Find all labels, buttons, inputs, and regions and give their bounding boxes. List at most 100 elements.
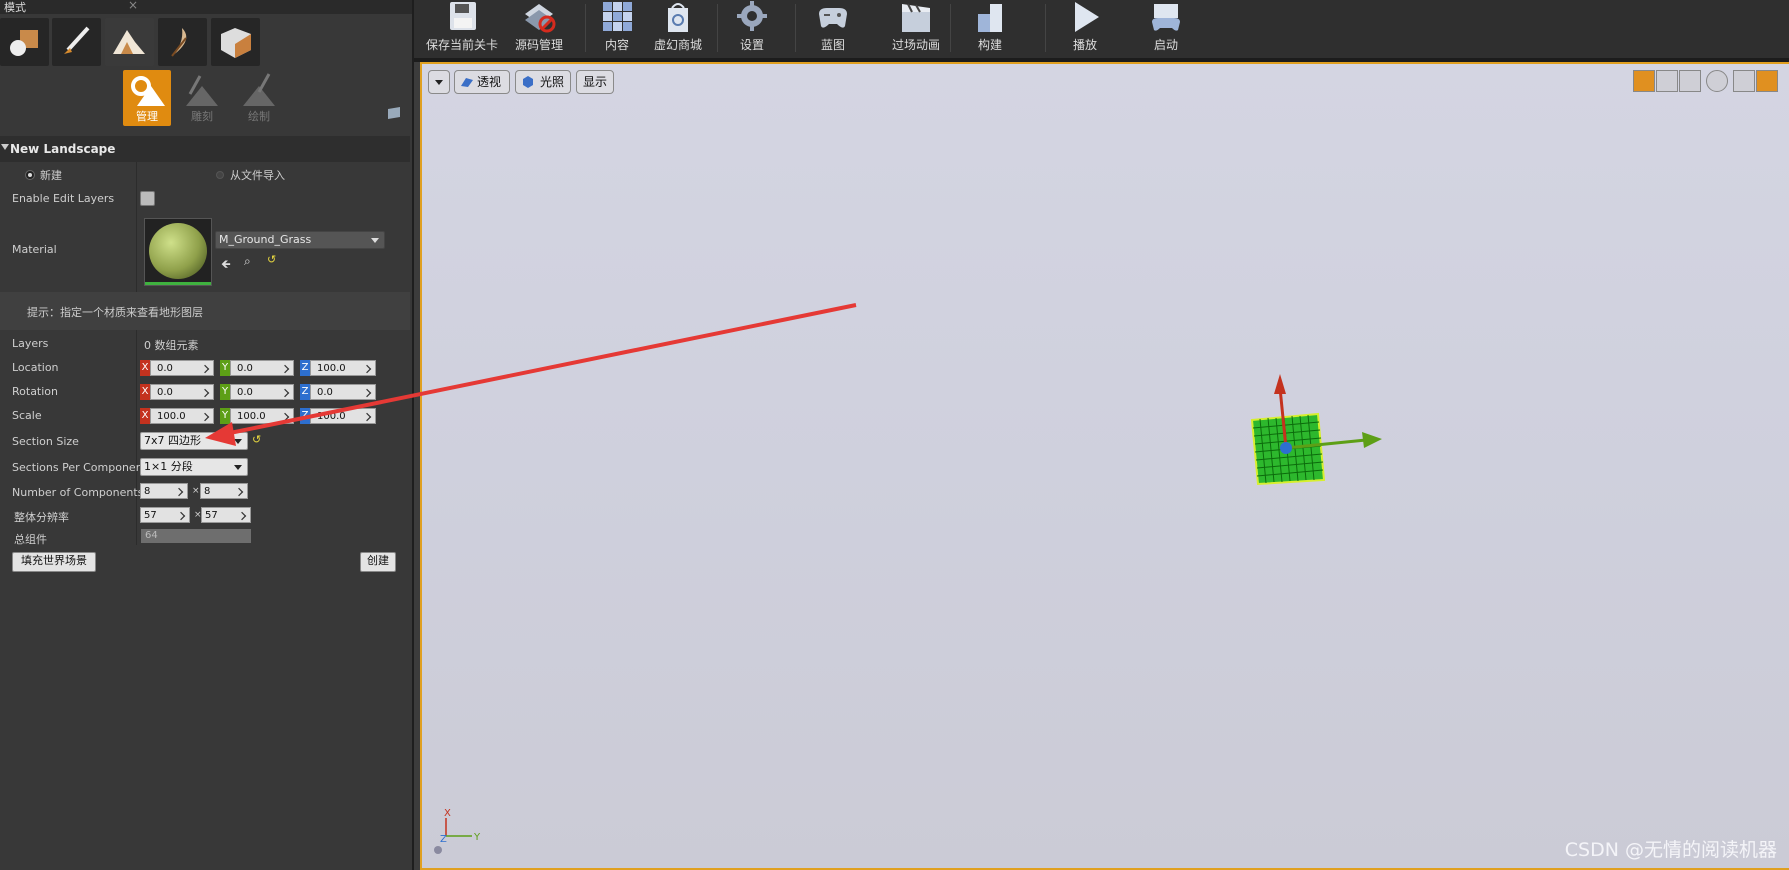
section-size-value: 7x7 四边形: [144, 434, 202, 447]
perspective-label: 透视: [477, 75, 502, 89]
rotation-x-field[interactable]: 0.0: [150, 384, 214, 400]
clapperboard-icon: [902, 3, 930, 32]
launch-button[interactable]: 启动: [1134, 0, 1198, 54]
rotation-z-field[interactable]: 0.0: [310, 384, 376, 400]
manage-tool-button[interactable]: 管理: [123, 70, 171, 126]
resolution-x-field[interactable]: 57: [140, 507, 190, 523]
shopping-bag-icon: [668, 3, 688, 32]
location-x-field[interactable]: 0.0: [150, 360, 214, 376]
help-icon[interactable]: [386, 105, 402, 121]
section-size-dropdown[interactable]: 7x7 四边形: [140, 432, 248, 450]
material-hint-text: 提示：指定一个材质来查看地形图层: [27, 306, 203, 319]
source-control-button[interactable]: 源码管理: [506, 0, 572, 54]
reset-icon[interactable]: ↺: [252, 433, 261, 446]
location-z-field[interactable]: 100.0: [310, 360, 376, 376]
axis-y-label: Y: [220, 408, 230, 424]
scale-z-field[interactable]: 100.0: [310, 408, 376, 424]
foliage-mode-button[interactable]: [158, 18, 207, 66]
source-control-icon: [525, 4, 556, 33]
sculpt-tool-button[interactable]: 雕刻: [178, 70, 226, 126]
sections-per-component-value: 1×1 分段: [144, 460, 193, 473]
paint-mode-button[interactable]: [52, 18, 101, 66]
use-selected-arrow-icon[interactable]: 🡸: [221, 255, 231, 276]
surface-snap-icon[interactable]: [1733, 70, 1755, 92]
scale-label: Scale: [12, 409, 42, 422]
paint-tool-button[interactable]: 绘制: [235, 70, 283, 126]
toolbar-separator: [585, 4, 586, 52]
enable-edit-layers-label: Enable Edit Layers: [12, 192, 115, 205]
fill-world-button[interactable]: 填充世界场景: [12, 552, 96, 572]
show-label: 显示: [582, 75, 607, 89]
components-y-field[interactable]: 8: [200, 483, 248, 499]
rotation-label: Rotation: [12, 385, 59, 398]
marketplace-button[interactable]: 虚幻商城: [648, 0, 708, 54]
location-label: Location: [12, 361, 59, 374]
components-x-field[interactable]: 8: [140, 483, 188, 499]
resolution-y-field[interactable]: 57: [201, 507, 251, 523]
content-button[interactable]: 内容: [590, 0, 644, 54]
watermark-text: CSDN @无情的阅读机器: [1564, 839, 1777, 861]
build-button[interactable]: 构建: [959, 0, 1021, 54]
axis-y-label: Y: [220, 384, 230, 400]
brush-icon: [64, 26, 90, 54]
settings-button[interactable]: 设置: [722, 0, 782, 54]
reset-icon[interactable]: ↺: [267, 253, 276, 266]
sculpt-icon: [186, 75, 218, 106]
lit-button[interactable]: 光照: [515, 70, 571, 94]
grid-snap-icon[interactable]: [1756, 70, 1778, 92]
world-space-icon[interactable]: [1706, 70, 1728, 92]
toolbar-separator: [795, 4, 796, 52]
enable-edit-layers-checkbox[interactable]: [140, 191, 155, 206]
place-mode-button[interactable]: [0, 18, 49, 66]
landscape-mode-button[interactable]: [105, 18, 154, 66]
sections-per-component-label: Sections Per Component: [12, 461, 147, 474]
times-sign: ×: [192, 486, 200, 496]
perspective-button[interactable]: 透视: [454, 70, 510, 94]
material-dropdown[interactable]: M_Ground_Grass: [215, 231, 385, 249]
collapse-arrow-icon: [1, 144, 9, 150]
save-level-button[interactable]: 保存当前关卡: [424, 0, 500, 54]
rotation-y-field[interactable]: 0.0: [230, 384, 294, 400]
modes-tab-title: 模式: [4, 1, 26, 14]
viewport-options-button[interactable]: [428, 70, 450, 94]
axis-x-label: X: [140, 408, 150, 424]
rotate-tool-icon[interactable]: [1656, 70, 1678, 92]
location-y-field[interactable]: 0.0: [230, 360, 294, 376]
play-icon: [1075, 2, 1099, 32]
close-icon[interactable]: ×: [128, 0, 138, 12]
radio-import-label: 从文件导入: [230, 169, 285, 182]
level-viewport[interactable]: 透视 光照 显示 X Z Y CSDN @无情的阅读机器: [420, 62, 1789, 870]
svg-text:Y: Y: [473, 832, 481, 843]
modes-tab[interactable]: 模式 ×: [0, 0, 412, 14]
cube-icon: [221, 28, 251, 58]
scale-x-field[interactable]: 100.0: [150, 408, 214, 424]
browse-search-icon[interactable]: ⌕: [244, 254, 251, 269]
axis-z-label: Z: [300, 384, 310, 400]
radio-new[interactable]: [25, 170, 35, 180]
layers-label: Layers: [12, 337, 49, 350]
sculpt-tool-label: 雕刻: [191, 110, 213, 123]
leaf-icon: [171, 28, 187, 57]
section-title: New Landscape: [10, 142, 116, 156]
show-button[interactable]: 显示: [576, 70, 614, 94]
scale-y-field[interactable]: 100.0: [230, 408, 294, 424]
scale-tool-icon[interactable]: [1679, 70, 1701, 92]
modes-panel: 模式 × 管理 雕刻 绘制 New Landscape 新建 从文件导入 Ena…: [0, 0, 414, 870]
landscape-preview-gizmo[interactable]: [1234, 368, 1394, 508]
new-landscape-header[interactable]: New Landscape: [0, 136, 410, 162]
material-hint-box: 提示：指定一个材质来查看地形图层: [0, 292, 410, 330]
create-button[interactable]: 创建: [360, 552, 396, 572]
geometry-mode-button[interactable]: [211, 18, 260, 66]
cinematics-button[interactable]: 过场动画: [878, 0, 954, 54]
play-button[interactable]: 播放: [1054, 0, 1116, 54]
blueprints-button[interactable]: 蓝图: [802, 0, 864, 54]
chevron-down-icon: [234, 439, 242, 444]
build-blocks-icon: [978, 4, 1002, 32]
radio-import[interactable]: [216, 171, 224, 179]
toolbar-separator: [717, 4, 718, 52]
resolution-label: 整体分辨率: [14, 511, 69, 524]
sections-per-component-dropdown[interactable]: 1×1 分段: [140, 458, 248, 476]
radio-new-label: 新建: [40, 169, 62, 182]
material-thumbnail[interactable]: [144, 218, 212, 286]
translate-tool-icon[interactable]: [1633, 70, 1655, 92]
